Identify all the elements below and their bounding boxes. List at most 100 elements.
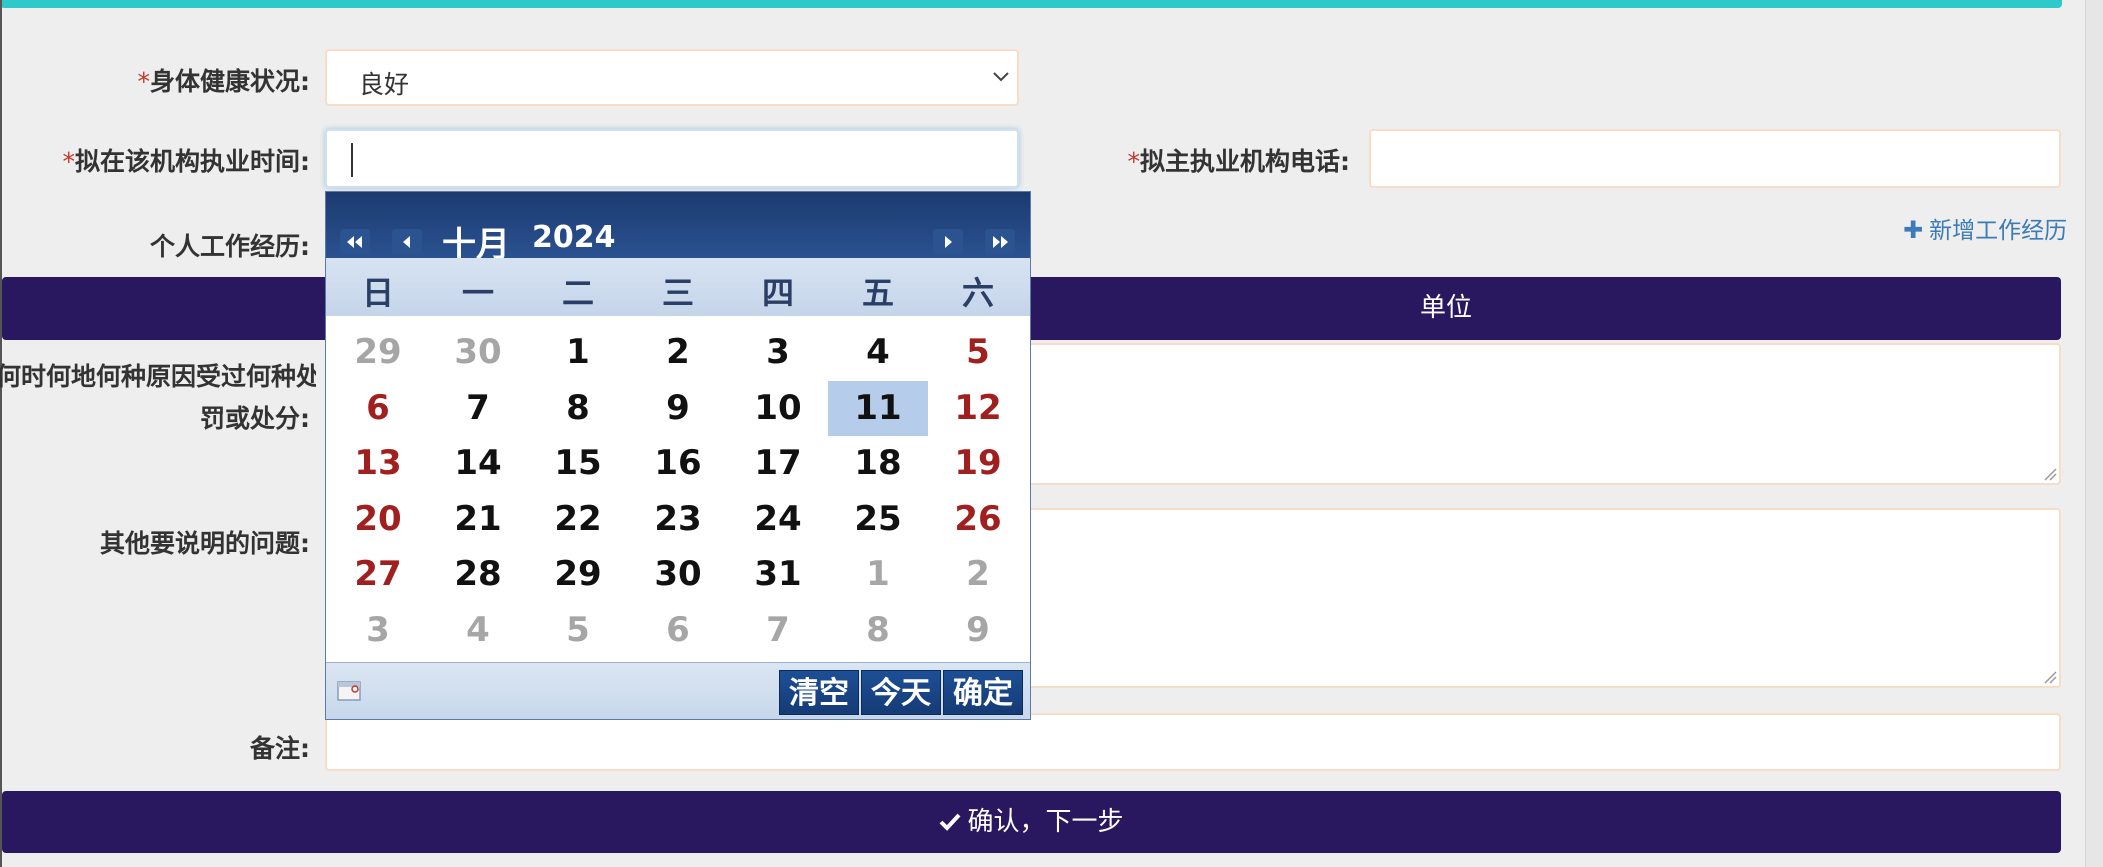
main-phone-input[interactable] <box>1369 129 2061 188</box>
required-mark: * <box>62 147 76 176</box>
add-work-history-text: 新增工作经历 <box>1929 218 2068 244</box>
calendar-day[interactable]: 7 <box>428 381 528 436</box>
remark-input[interactable] <box>325 713 2061 771</box>
calendar-footer: 清空 今天 确定 <box>326 662 1030 719</box>
check-icon <box>940 813 961 831</box>
weekday-tue: 二 <box>561 274 594 312</box>
work-history-label: 个人工作经历: <box>150 232 310 261</box>
calendar-icon[interactable] <box>336 679 364 703</box>
practice-time-label: *拟在该机构执业时间: <box>40 142 311 178</box>
calendar-day[interactable]: 9 <box>628 381 728 436</box>
calendar-day[interactable]: 27 <box>328 547 428 602</box>
calendar-day[interactable]: 30 <box>428 325 528 380</box>
clear-button[interactable]: 清空 <box>779 670 859 715</box>
calendar-day[interactable]: 28 <box>428 547 528 602</box>
add-work-history-link[interactable]: ✚ 新增工作经历 <box>1903 211 2067 245</box>
calendar-day[interactable]: 1 <box>528 325 628 380</box>
calendar-day[interactable]: 2 <box>628 325 728 380</box>
punishment-label-line1: 何时何地何种原因受过何种处 <box>0 362 316 391</box>
calendar-day[interactable]: 11 <box>828 380 928 436</box>
calendar-day[interactable]: 6 <box>628 603 728 658</box>
calendar-day[interactable]: 30 <box>628 547 728 602</box>
calendar-day[interactable]: 12 <box>928 381 1028 436</box>
next-year-button[interactable] <box>985 229 1015 255</box>
health-select[interactable]: 良好 <box>325 49 1019 106</box>
practice-time-input[interactable] <box>325 129 1019 188</box>
work-history-table-header: 单位 <box>2 277 2061 340</box>
next-month-button[interactable] <box>933 229 963 255</box>
calendar-day[interactable]: 25 <box>828 492 928 547</box>
left-arrow-icon <box>403 236 410 248</box>
weekday-header-row: 日 一 二 三 四 五 六 <box>326 258 1030 316</box>
calendar-day[interactable]: 5 <box>528 603 628 658</box>
confirm-next-label: 确认，下一步 <box>967 807 1124 837</box>
health-label: *身体健康状况: <box>60 62 311 98</box>
calendar-day[interactable]: 9 <box>928 603 1028 658</box>
date-picker-popup: 十月 2024 日 一 二 三 四 五 六 29 30 1 2 3 4 5 6 7 8 9 10 11 1… <box>325 191 1031 720</box>
calendar-day[interactable]: 3 <box>328 603 428 658</box>
calendar-day[interactable]: 22 <box>528 492 628 547</box>
double-left-arrow-icon <box>347 236 362 248</box>
required-mark: * <box>1127 147 1141 176</box>
punishment-label-line2: 罚或处分: <box>200 404 310 433</box>
health-select-value: 良好 <box>359 70 410 99</box>
calendar-day[interactable]: 15 <box>528 436 628 491</box>
weekday-fri: 五 <box>861 274 894 312</box>
calendar-day[interactable]: 6 <box>328 381 428 436</box>
today-button[interactable]: 今天 <box>861 670 941 715</box>
calendar-day[interactable]: 21 <box>428 492 528 547</box>
weekday-mon: 一 <box>461 274 494 312</box>
confirm-next-button[interactable]: 确认，下一步 <box>2 791 2061 853</box>
calendar-day[interactable]: 17 <box>728 436 828 491</box>
remark-label: 备注: <box>250 734 310 763</box>
required-mark: * <box>137 67 151 96</box>
top-accent-bar <box>0 0 2062 8</box>
main-phone-label: *拟主执业机构电话: <box>1080 142 1351 178</box>
calendar-day[interactable]: 1 <box>828 547 928 602</box>
right-arrow-icon <box>945 236 952 248</box>
ok-button[interactable]: 确定 <box>943 670 1023 715</box>
calendar-day[interactable]: 19 <box>928 436 1028 491</box>
main-phone-label-text: 拟主执业机构电话: <box>1140 147 1350 176</box>
calendar-day[interactable]: 4 <box>828 325 928 380</box>
weekday-sat: 六 <box>961 274 994 312</box>
calendar-day[interactable]: 13 <box>328 436 428 491</box>
calendar-day[interactable]: 2 <box>928 547 1028 602</box>
prev-month-button[interactable] <box>392 229 422 255</box>
calendar-day[interactable]: 5 <box>928 325 1028 380</box>
calendar-day[interactable]: 31 <box>728 547 828 602</box>
practice-time-label-text: 拟在该机构执业时间: <box>75 147 310 176</box>
calendar-day[interactable]: 18 <box>828 436 928 491</box>
other-issues-label: 其他要说明的问题: <box>100 529 310 558</box>
calendar-day[interactable]: 3 <box>728 325 828 380</box>
calendar-day[interactable]: 7 <box>728 603 828 658</box>
column-header-unit: 单位 <box>1420 293 1473 323</box>
weekday-wed: 三 <box>661 274 694 312</box>
punishment-label: 何时何地何种原因受过何种处 罚或处分: <box>0 357 316 435</box>
calendar-day[interactable]: 14 <box>428 436 528 491</box>
calendar-day[interactable]: 16 <box>628 436 728 491</box>
calendar-day[interactable]: 8 <box>828 603 928 658</box>
scrollbar-track[interactable] <box>2085 0 2103 867</box>
resize-handle-icon[interactable] <box>2043 467 2057 481</box>
chevron-down-icon <box>993 72 1009 82</box>
calendar-day[interactable]: 26 <box>928 492 1028 547</box>
double-right-arrow-icon <box>993 236 1008 248</box>
weekday-thu: 四 <box>761 274 794 312</box>
health-label-text: 身体健康状况: <box>150 67 310 96</box>
text-caret <box>351 143 353 177</box>
calendar-day[interactable]: 4 <box>428 603 528 658</box>
calendar-day[interactable]: 29 <box>528 547 628 602</box>
calendar-day[interactable]: 20 <box>328 492 428 547</box>
weekday-sun: 日 <box>361 274 394 312</box>
prev-year-button[interactable] <box>340 229 370 255</box>
calendar-day[interactable]: 24 <box>728 492 828 547</box>
calendar-year[interactable]: 2024 <box>532 220 616 255</box>
resize-handle-icon[interactable] <box>2043 670 2057 684</box>
calendar-day[interactable]: 10 <box>728 381 828 436</box>
calendar-day[interactable]: 8 <box>528 381 628 436</box>
calendar-day[interactable]: 29 <box>328 325 428 380</box>
calendar-header: 十月 2024 <box>326 192 1030 265</box>
calendar-day[interactable]: 23 <box>628 492 728 547</box>
plus-icon: ✚ <box>1903 216 1924 244</box>
